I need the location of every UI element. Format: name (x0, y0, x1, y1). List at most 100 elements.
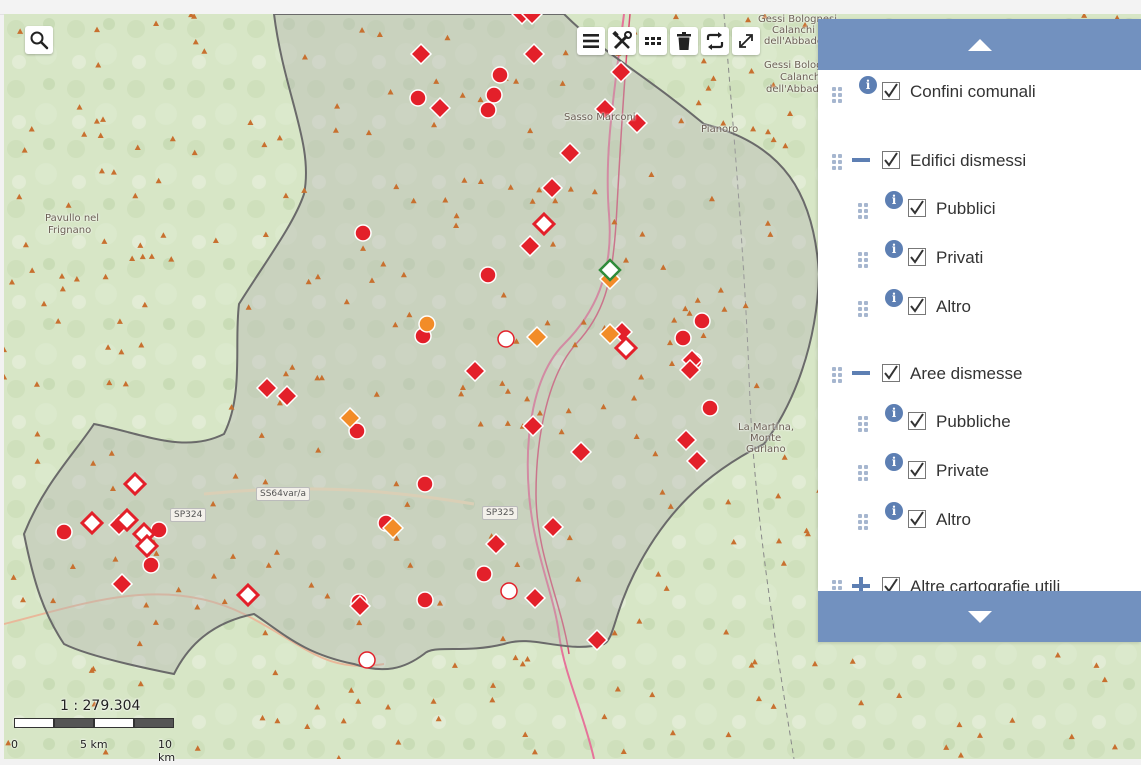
drag-handle-icon[interactable] (858, 416, 868, 432)
checkmark-icon (910, 298, 924, 313)
layer-checkbox[interactable] (882, 364, 900, 382)
legend-scroll-up[interactable] (818, 19, 1141, 70)
tools-icon (612, 30, 632, 50)
building-marker[interactable] (416, 591, 434, 609)
grid-button[interactable] (639, 27, 667, 55)
info-icon[interactable]: i (885, 240, 903, 258)
legend-group-altre-cartografie: Altre cartografie utili (818, 571, 1141, 591)
layer-checkbox[interactable] (908, 510, 926, 528)
search-icon (30, 31, 49, 50)
drag-handle-icon[interactable] (832, 154, 842, 170)
tools-button[interactable] (608, 27, 636, 55)
map-toolbar (577, 27, 760, 55)
place-label: dell'Abbade (766, 84, 825, 95)
info-icon[interactable]: i (859, 76, 877, 94)
drag-handle-icon[interactable] (858, 252, 868, 268)
expand-plus-icon[interactable] (852, 577, 870, 591)
building-marker[interactable] (479, 266, 497, 284)
place-label: Sasso Marconi (564, 112, 636, 123)
legend-item-label: Privati (936, 248, 984, 267)
building-marker[interactable] (674, 329, 692, 347)
building-marker[interactable] (416, 475, 434, 493)
collapse-minus-icon[interactable] (852, 371, 870, 375)
delete-button[interactable] (670, 27, 698, 55)
building-marker[interactable] (418, 315, 436, 333)
drag-handle-icon[interactable] (858, 514, 868, 530)
building-marker[interactable] (485, 86, 503, 104)
building-marker[interactable] (500, 582, 518, 600)
legend-item-label: Altro (936, 510, 971, 529)
legend-list[interactable]: i Confini comunali Edifici dismessi i Pu… (818, 70, 1141, 591)
building-marker[interactable] (693, 312, 711, 330)
scale-ratio: 1 : 279.304 (60, 698, 141, 714)
place-label: Frignano (48, 225, 92, 236)
checkmark-icon (884, 83, 898, 98)
drag-handle-icon[interactable] (832, 367, 842, 383)
building-marker[interactable] (55, 523, 73, 541)
drag-handle-icon[interactable] (858, 465, 868, 481)
fullscreen-button[interactable] (732, 27, 760, 55)
layer-checkbox[interactable] (908, 412, 926, 430)
scale-tick: 5 km (80, 738, 108, 751)
building-marker[interactable] (358, 651, 376, 669)
checkmark-icon (910, 200, 924, 215)
legend-item-label: Pubbliche (936, 412, 1011, 431)
legend-item-altro: i Altro (818, 289, 1141, 321)
layer-checkbox[interactable] (908, 297, 926, 315)
refresh-button[interactable] (701, 27, 729, 55)
refresh-icon (706, 32, 724, 50)
legend-item-label: Altro (936, 297, 971, 316)
expand-icon (739, 34, 753, 48)
road-label: SP325 (482, 506, 519, 520)
layer-checkbox[interactable] (908, 248, 926, 266)
building-marker[interactable] (491, 66, 509, 84)
drag-handle-icon[interactable] (832, 87, 842, 103)
info-icon[interactable]: i (885, 289, 903, 307)
drag-handle-icon[interactable] (858, 301, 868, 317)
info-icon[interactable]: i (885, 191, 903, 209)
checkmark-icon (910, 249, 924, 264)
legend-group-label: Aree dismesse (910, 364, 1023, 383)
legend-scroll-down[interactable] (818, 591, 1141, 642)
building-marker[interactable] (479, 101, 497, 119)
collapse-minus-icon[interactable] (852, 158, 870, 162)
drag-handle-icon[interactable] (832, 580, 842, 591)
scale-segment (134, 718, 174, 728)
layer-checkbox[interactable] (882, 151, 900, 169)
search-button[interactable] (25, 26, 53, 54)
info-icon[interactable]: i (885, 404, 903, 422)
layer-checkbox[interactable] (882, 82, 900, 100)
place-label: Calanch (780, 72, 821, 83)
checkmark-icon (910, 462, 924, 477)
legend-item-confini-comunali: i Confini comunali (818, 76, 1141, 108)
building-marker[interactable] (497, 330, 515, 348)
layer-checkbox[interactable] (882, 577, 900, 591)
chevron-up-icon (967, 38, 992, 51)
legend-item-privati: i Privati (818, 240, 1141, 272)
layer-checkbox[interactable] (908, 461, 926, 479)
layer-legend-panel: i Confini comunali Edifici dismessi i Pu… (818, 19, 1141, 642)
info-icon[interactable]: i (885, 502, 903, 520)
info-icon[interactable]: i (885, 453, 903, 471)
legend-item-pubblici: i Pubblici (818, 191, 1141, 223)
place-label: Gurlano (746, 444, 786, 455)
scale-tick: 0 (11, 738, 18, 751)
scale-bar: 1 : 279.304 0 5 km 10 km (10, 698, 190, 764)
building-marker[interactable] (354, 224, 372, 242)
legend-item-private: i Private (818, 453, 1141, 485)
building-marker[interactable] (409, 89, 427, 107)
building-marker[interactable] (701, 399, 719, 417)
checkmark-icon (910, 413, 924, 428)
checkmark-icon (884, 578, 898, 591)
scale-segment (54, 718, 94, 728)
building-marker[interactable] (142, 556, 160, 574)
top-bar (0, 0, 1141, 15)
checkmark-icon (884, 365, 898, 380)
scale-tick: 10 km (158, 738, 176, 764)
building-marker[interactable] (475, 565, 493, 583)
drag-handle-icon[interactable] (858, 203, 868, 219)
road-label: SS64var/a (256, 487, 310, 501)
layer-checkbox[interactable] (908, 199, 926, 217)
legend-group-edifici-dismessi: Edifici dismessi (818, 145, 1141, 175)
menu-button[interactable] (577, 27, 605, 55)
